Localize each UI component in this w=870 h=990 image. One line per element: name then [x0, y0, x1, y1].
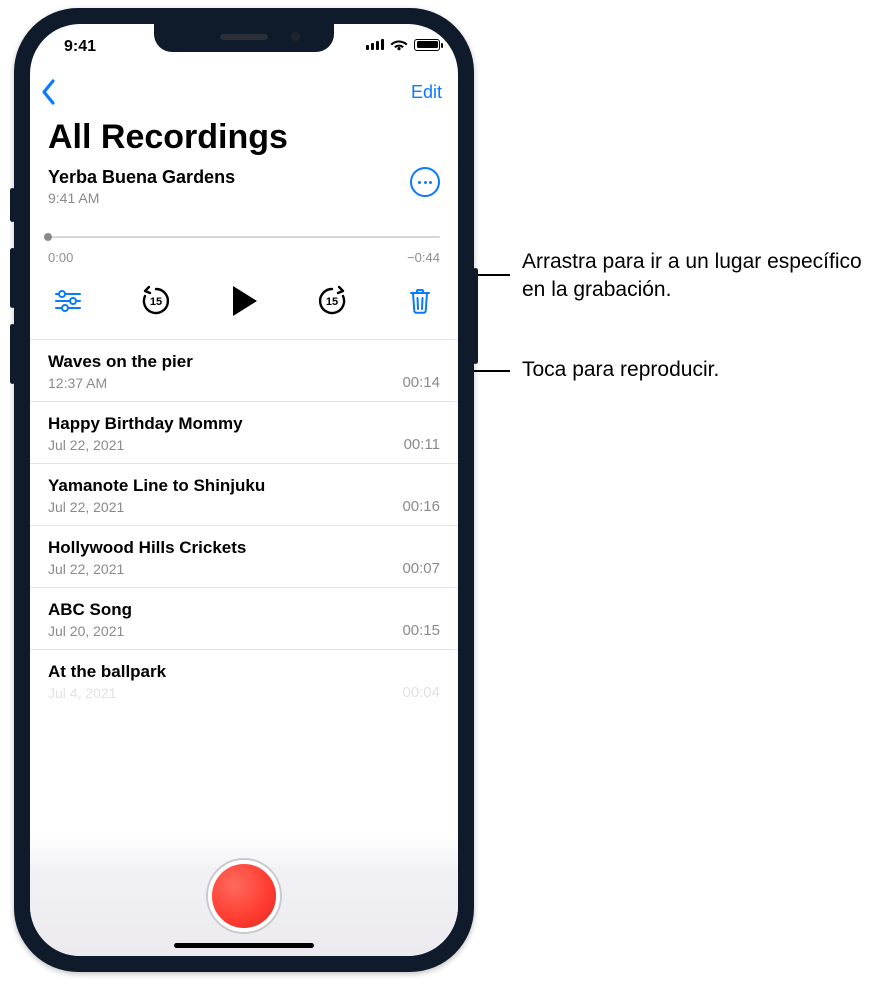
recording-duration: 00:15	[402, 622, 440, 639]
recording-row[interactable]: Yamanote Line to Shinjuku Jul 22, 2021 00…	[30, 464, 458, 526]
recording-subtitle: Jul 4, 2021	[48, 685, 166, 701]
recording-subtitle: 12:37 AM	[48, 375, 193, 391]
nav-bar: Edit	[30, 68, 458, 112]
recording-duration: 00:04	[402, 684, 440, 701]
edit-button[interactable]: Edit	[411, 82, 442, 103]
recordings-list: Waves on the pier 12:37 AM 00:14 Happy Bi…	[30, 339, 458, 703]
recording-subtitle: Jul 22, 2021	[48, 437, 243, 453]
home-indicator[interactable]	[174, 943, 314, 948]
wifi-icon	[390, 38, 408, 51]
recording-name: At the ballpark	[48, 662, 166, 682]
recording-name: Hollywood Hills Crickets	[48, 538, 246, 558]
expanded-recording-subtitle: 9:41 AM	[48, 190, 235, 206]
record-toolbar	[30, 836, 458, 956]
scrubber-thumb[interactable]	[44, 233, 52, 241]
player-controls: 15 15	[48, 279, 440, 327]
recording-name: ABC Song	[48, 600, 132, 620]
expanded-recording-name: Yerba Buena Gardens	[48, 167, 235, 188]
recording-row[interactable]: ABC Song Jul 20, 2021 00:15	[30, 588, 458, 650]
recording-row[interactable]: Hollywood Hills Crickets Jul 22, 2021 00:…	[30, 526, 458, 588]
callout-play: Toca para reproducir.	[522, 356, 719, 384]
skip-forward-seconds: 15	[314, 285, 350, 319]
recording-duration: 00:07	[402, 560, 440, 577]
delete-button[interactable]	[402, 283, 438, 319]
time-elapsed: 0:00	[48, 250, 73, 265]
recording-row[interactable]: Happy Birthday Mommy Jul 22, 2021 00:11	[30, 402, 458, 464]
recording-row[interactable]: Waves on the pier 12:37 AM 00:14	[30, 340, 458, 402]
recording-row[interactable]: At the ballpark Jul 4, 2021 00:04	[30, 650, 458, 703]
recording-name: Waves on the pier	[48, 352, 193, 372]
callout-scrub: Arrastra para ir a un lugar específico e…	[522, 248, 862, 305]
notch	[154, 24, 334, 52]
more-options-button[interactable]	[410, 167, 440, 197]
screen: 9:41 Edit All Recordings	[30, 24, 458, 956]
recording-name: Yamanote Line to Shinjuku	[48, 476, 265, 496]
device-frame: 9:41 Edit All Recordings	[14, 8, 474, 972]
recording-subtitle: Jul 20, 2021	[48, 623, 132, 639]
time-remaining: −0:44	[407, 250, 440, 265]
play-button[interactable]	[226, 283, 262, 319]
skip-back-seconds: 15	[138, 285, 174, 319]
recording-subtitle: Jul 22, 2021	[48, 561, 246, 577]
battery-icon	[414, 39, 440, 51]
skip-forward-15-button[interactable]: 15	[314, 283, 350, 319]
page-title: All Recordings	[30, 112, 458, 167]
recording-duration: 00:16	[402, 498, 440, 515]
cellular-icon	[366, 39, 384, 50]
volume-down	[10, 324, 15, 384]
playback-options-button[interactable]	[50, 283, 86, 319]
status-time: 9:41	[64, 38, 96, 56]
volume-up	[10, 248, 15, 308]
skip-back-15-button[interactable]: 15	[138, 283, 174, 319]
recording-duration: 00:14	[402, 374, 440, 391]
scrubber[interactable]	[48, 230, 440, 244]
record-button[interactable]	[208, 860, 280, 932]
recording-subtitle: Jul 22, 2021	[48, 499, 265, 515]
mute-switch	[10, 188, 15, 222]
scrubber-track	[48, 236, 440, 238]
back-button[interactable]	[40, 78, 58, 106]
expanded-recording: Yerba Buena Gardens 9:41 AM 0:00 −0:44	[30, 167, 458, 339]
recording-duration: 00:11	[404, 436, 440, 453]
side-button	[473, 268, 478, 364]
recording-name: Happy Birthday Mommy	[48, 414, 243, 434]
